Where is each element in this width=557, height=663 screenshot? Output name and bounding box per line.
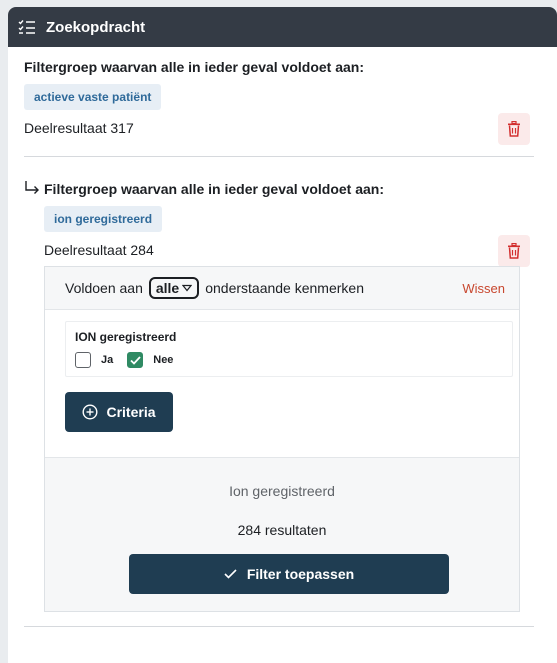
criteria-button-label: Criteria <box>106 404 156 420</box>
divider <box>24 626 534 627</box>
filter-chip: ion geregistreerd <box>44 206 163 232</box>
criterion-card: ION geregistreerd Ja Nee <box>65 321 513 377</box>
clear-link[interactable]: Wissen <box>462 281 505 296</box>
criterion-label: ION geregistreerd <box>75 330 177 344</box>
criterion-options: Ja Nee <box>75 352 503 368</box>
group-title: Filtergroep waarvan alle in ieder geval … <box>24 59 364 75</box>
trash-icon <box>508 121 520 137</box>
plus-circle-icon <box>82 404 98 420</box>
filter-editor: Voldoen aan alle onderstaande kenmerken … <box>44 266 520 612</box>
match-mode-row: Voldoen aan alle onderstaande kenmerken … <box>45 267 519 310</box>
apply-button-label: Filter toepassen <box>246 566 355 582</box>
result-count: 284 resultaten <box>237 522 327 538</box>
subresult-count: Deelresultaat 284 <box>44 242 154 258</box>
check-icon <box>224 569 237 579</box>
match-suffix: onderstaande kenmerken <box>205 280 364 296</box>
trash-icon <box>508 243 520 259</box>
apply-filter-button[interactable]: Filter toepassen <box>129 554 449 594</box>
divider <box>24 156 534 157</box>
filter-summary: Ion geregistreerd 284 resultaten Filter … <box>45 457 519 611</box>
group-title: Filtergroep waarvan alle in ieder geval … <box>44 181 384 197</box>
checkbox-ja[interactable] <box>75 352 91 368</box>
panel-title: Zoekopdracht <box>46 18 146 36</box>
chevron-down-icon <box>182 284 193 292</box>
match-mode-value: alle <box>155 280 180 296</box>
delete-group-button[interactable] <box>498 235 530 267</box>
check-icon <box>130 355 141 365</box>
subgroup-arrow-icon <box>25 181 39 194</box>
summary-label: Ion geregistreerd <box>229 483 335 499</box>
search-panel: Zoekopdracht Filtergroep waarvan alle in… <box>8 7 557 663</box>
filter-chip: actieve vaste patiënt <box>24 84 162 110</box>
checkbox-label: Nee <box>153 354 174 366</box>
match-prefix: Voldoen aan <box>65 280 143 296</box>
add-criteria-button[interactable]: Criteria <box>65 392 173 432</box>
checklist-icon <box>18 20 35 34</box>
checkbox-label: Ja <box>101 354 114 366</box>
match-mode-select[interactable]: alle <box>148 277 200 299</box>
checkbox-nee[interactable] <box>127 352 144 368</box>
subresult-count: Deelresultaat 317 <box>24 120 134 136</box>
delete-group-button[interactable] <box>498 113 530 145</box>
panel-header: Zoekopdracht <box>8 7 557 47</box>
